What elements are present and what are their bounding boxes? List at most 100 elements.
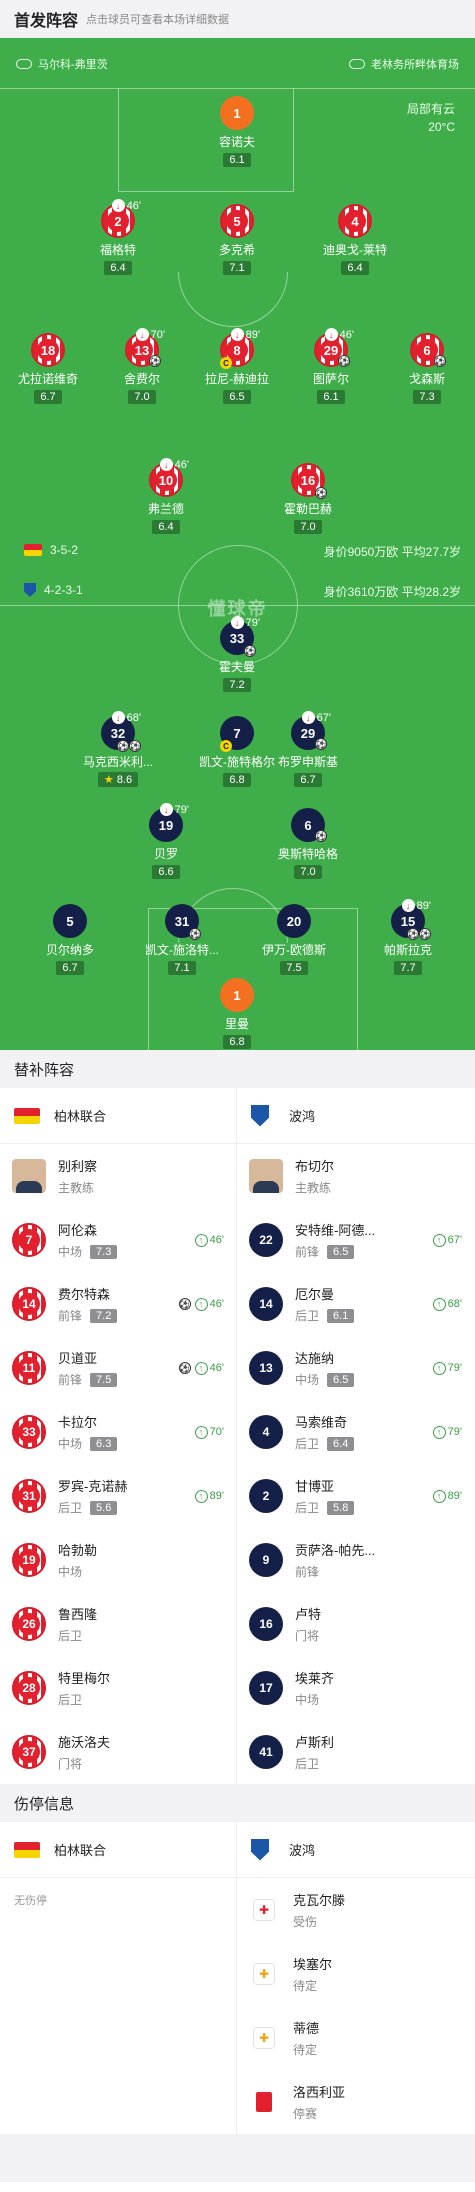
goal-ball-icon: ⚽: [117, 740, 129, 752]
player-number: 4: [344, 210, 366, 232]
away-player[interactable]: 1 里曼 6.8: [192, 978, 282, 1050]
home-player[interactable]: 29 ↓ 46' ⚽ 图萨尔 6.1: [286, 328, 376, 405]
home-player[interactable]: 13 ↓ 70' ⚽ 舍费尔 7.0: [97, 328, 187, 405]
player-name: 弗兰德: [147, 502, 184, 516]
player-name: 施沃洛夫: [58, 1735, 111, 1750]
injury-row[interactable]: ✚ 蒂德 待定: [237, 2006, 474, 2070]
player-rating: 7.5: [280, 961, 308, 975]
sub-player-row[interactable]: 28 特里梅尔 后卫: [0, 1656, 236, 1720]
away-player[interactable]: 32 ↓ 68' ⚽ ⚽ 马克西米利... ★ 8.6: [73, 711, 163, 788]
sub-time: 89': [245, 328, 260, 341]
injury-status: 待定: [293, 1979, 318, 1993]
sub-minute: 67': [447, 1234, 462, 1246]
away-player[interactable]: 20 伊万-欧德斯 7.5: [249, 904, 339, 976]
player-name: 尤拉诺维奇: [17, 372, 78, 386]
player-name: 拉尼-赫迪拉: [205, 372, 269, 386]
sub-player-row[interactable]: 17 埃莱齐 中场: [237, 1656, 474, 1720]
home-player[interactable]: 16 ⚽ 霍勒巴赫 7.0: [263, 463, 353, 535]
player-number: 28: [18, 1677, 40, 1699]
player-name: 布罗申斯基: [277, 755, 338, 769]
sub-player-row[interactable]: 14 费尔特森 前锋 7.2 ⚽ ↑ 46': [0, 1272, 236, 1336]
home-player[interactable]: 4 迪奥戈-莱特 6.4: [310, 204, 400, 276]
away-player[interactable]: 19 ↓ 79' 贝罗 6.6: [121, 803, 211, 880]
away-player[interactable]: 33 ↓ 79' ⚽ 霍夫曼 7.2: [192, 616, 282, 693]
lineup-subtitle: 点击球员可查看本场详细数据: [86, 14, 230, 26]
player-name: 贝道亚: [58, 1351, 98, 1366]
sub-player-row[interactable]: 14 厄尔曼 后卫 6.1 ↑ 68': [237, 1272, 474, 1336]
away-value-text: 身价3610万欧: [323, 585, 399, 599]
player-name: 别利察: [58, 1159, 98, 1174]
away-injuries: ✚ 克瓦尔滕 受伤 ✚ 埃塞尔 待定 ✚ 蒂德 待定 洛西利亚停赛: [237, 1878, 474, 2134]
home-player[interactable]: 2 ↓ 46' 福格特 6.4: [73, 199, 163, 276]
away-player[interactable]: 5 贝尔纳多 6.7: [25, 904, 115, 976]
injury-status: 受伤: [293, 1915, 318, 1929]
player-name: 多克希: [218, 243, 255, 257]
player-name: 贝罗: [153, 847, 178, 861]
sub-on-time: ↑ 79': [432, 1425, 462, 1439]
player-name: 达施纳: [295, 1351, 335, 1366]
sub-player-row[interactable]: 33 卡拉尔 中场 6.3 ↑ 70': [0, 1400, 236, 1464]
player-number: 19: [158, 817, 174, 833]
player-number-badge: 13: [249, 1351, 283, 1385]
subs-title: 替补阵容: [14, 1061, 75, 1079]
injury-row[interactable]: ✚ 埃塞尔 待定: [237, 1942, 474, 2006]
player-number: 4: [262, 1425, 270, 1439]
player-number-badge: 4: [338, 204, 372, 238]
injury-status: 停赛: [293, 2107, 318, 2121]
player-number: 5: [66, 913, 74, 929]
away-team[interactable]: 波鸿: [237, 1822, 474, 1877]
injury-team-row: 柏林联合 波鸿: [0, 1822, 475, 1878]
sub-player-row[interactable]: 31 罗宾-克诺赫 后卫 5.6 ↑ 89': [0, 1464, 236, 1528]
player-rating: 6.8: [223, 1035, 251, 1049]
sub-player-row[interactable]: 9 贡萨洛-帕先... 前锋: [237, 1528, 474, 1592]
player-name: 特里梅尔: [58, 1671, 111, 1686]
sub-player-row[interactable]: 11 贝道亚 前锋 7.5 ⚽ ↑ 46': [0, 1336, 236, 1400]
away-value: 身价3610万欧 平均28.2岁: [324, 583, 461, 600]
sub-player-row[interactable]: 22 安特维-阿德... 前锋 6.5 ↑ 67': [237, 1208, 474, 1272]
home-team[interactable]: 柏林联合: [0, 1822, 237, 1877]
away-team[interactable]: 波鸿: [237, 1088, 474, 1143]
home-player[interactable]: 1 容诺夫 6.1: [192, 96, 282, 168]
home-player[interactable]: 5 多克希 7.1: [192, 204, 282, 276]
away-player[interactable]: 31 ⚽ 凯文-施洛特... 7.1: [137, 904, 227, 976]
home-player[interactable]: 8 ↓ 89' C 拉尼-赫迪拉 6.5: [192, 328, 282, 405]
away-player[interactable]: 6 ⚽ 奥斯特哈格 7.0: [263, 808, 353, 880]
rating-value: 7.0: [134, 391, 150, 403]
player-number-badge: 19: [12, 1543, 46, 1577]
sub-player-row[interactable]: 2 甘博亚 后卫 5.8 ↑ 89': [237, 1464, 474, 1528]
sub-player-row[interactable]: 4 马索维奇 后卫 6.4 ↑ 79': [237, 1400, 474, 1464]
player-number-badge: 17: [249, 1671, 283, 1705]
coach-row[interactable]: 布切尔 主教练: [237, 1144, 474, 1208]
coach-row[interactable]: 别利察 主教练: [0, 1144, 236, 1208]
away-player[interactable]: 29 ↓ 67' ⚽ 布罗申斯基 6.7: [263, 711, 353, 788]
sub-player-row[interactable]: 26 鲁西隆 后卫: [0, 1592, 236, 1656]
sub-player-row[interactable]: 37 施沃洛夫 门将: [0, 1720, 236, 1784]
player-number-badge: 16: [249, 1607, 283, 1641]
sub-off-badge: ↓ 79': [230, 616, 260, 629]
sub-player-row[interactable]: 7 阿伦森 中场 7.3 ↑ 46': [0, 1208, 236, 1272]
pitch: 马尔科-弗里茨 老林务所畔体育场 局部有云 20°C 3-5-2 身价9050万…: [0, 38, 475, 1050]
injured-player-name: 洛西利亚: [293, 2085, 346, 2100]
sub-player-row[interactable]: 16 卢特 门将: [237, 1592, 474, 1656]
goal-ball-icon: ⚽: [315, 487, 327, 499]
home-player[interactable]: 18 尤拉诺维奇 6.7: [3, 333, 93, 405]
home-player[interactable]: 10 ↓ 46' 弗兰德 6.4: [121, 458, 211, 535]
player-number-badge: 5: [53, 904, 87, 938]
rating-value: 7.3: [419, 391, 435, 403]
home-player[interactable]: 6 ⚽ 戈森斯 7.3: [382, 333, 472, 405]
player-number: 17: [259, 1681, 273, 1695]
sub-arrow-icon: ↓: [230, 616, 244, 629]
player-name: 厄尔曼: [295, 1287, 335, 1302]
home-value-text: 身价9050万欧: [323, 545, 399, 559]
home-team[interactable]: 柏林联合: [0, 1088, 237, 1143]
injury-row[interactable]: ✚ 克瓦尔滕 受伤: [237, 1878, 474, 1942]
player-name: 哈勃勒: [58, 1543, 98, 1558]
sub-player-row[interactable]: 13 达施纳 中场 6.5 ↑ 79': [237, 1336, 474, 1400]
sub-minute: 68': [447, 1298, 462, 1310]
injury-row[interactable]: 洛西利亚 停赛: [237, 2070, 474, 2134]
sub-player-row[interactable]: 41 卢斯利 后卫: [237, 1720, 474, 1784]
player-number-badge: 41: [249, 1735, 283, 1769]
away-player[interactable]: 15 ↓ 89' ⚽ ⚽ 帕斯拉克 7.7: [363, 899, 453, 976]
sub-player-row[interactable]: 19 哈勃勒 中场: [0, 1528, 236, 1592]
sub-on-time: ↑ 89': [194, 1489, 224, 1503]
